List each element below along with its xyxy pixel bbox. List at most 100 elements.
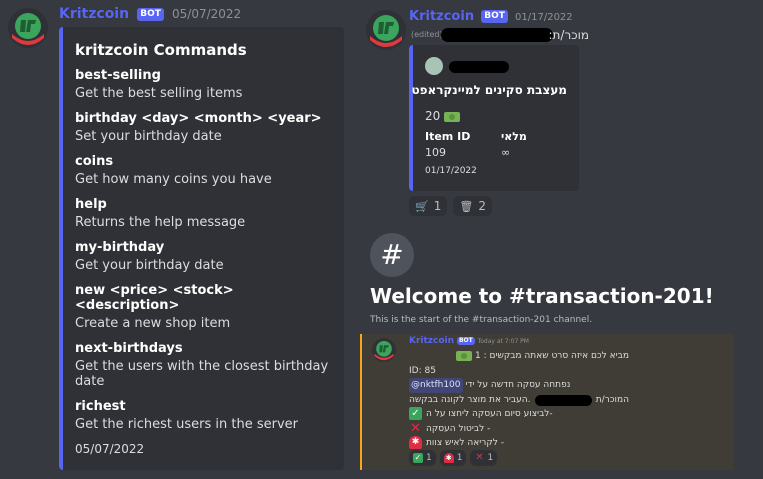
opened-by-text: נפתחה עסקה חדשה על ידי — [465, 380, 571, 390]
command-item: richest Get the richest users in the serv… — [75, 399, 332, 432]
money-icon — [444, 111, 461, 122]
message-timestamp: 01/17/2022 — [515, 12, 573, 23]
command-list: best-selling Get the best selling items bi… — [75, 68, 332, 432]
siren-icon: ✱ — [443, 453, 454, 463]
command-item: next-birthdays Get the users with the clo… — [75, 341, 332, 389]
message-header: Kritzcoin BOT 05/07/2022 — [59, 6, 241, 22]
seller-label: המוכר/ת — [595, 394, 629, 405]
command-item: new <price> <stock> <description> Create … — [75, 283, 332, 331]
reaction-count: 1 — [487, 453, 494, 463]
command-description: Returns the help message — [75, 215, 246, 230]
complete-text: לביצוע סיום העסקה ליחצו על ה- — [426, 409, 553, 419]
x-mark-icon: ✕ — [475, 452, 484, 463]
bot-avatar[interactable] — [366, 10, 406, 50]
field-value: ∞ — [501, 146, 511, 159]
bot-tag: BOT — [137, 8, 164, 21]
price-value: 20 — [425, 109, 441, 123]
command-item: birthday <day> <month> <year> Set your bi… — [75, 111, 332, 144]
reaction-wastebasket[interactable]: 🗑 2 — [453, 196, 492, 216]
message-timestamp: Today at 7:07 PM — [477, 338, 529, 345]
bot-tag: BOT — [481, 10, 508, 23]
seller-prefix: מוכר/ת: — [548, 28, 589, 42]
reaction-check[interactable]: ✓ 1 — [409, 450, 436, 466]
bot-avatar[interactable] — [372, 338, 396, 362]
opened-by-line: נפתחה עסקה חדשה על ידי @nktfh100 — [409, 378, 629, 393]
redacted-seller-name — [449, 61, 509, 73]
staff-instruction: ✱ לקריאה לאיש צוות - — [409, 436, 629, 451]
transfer-text: העביר את מוצר לקונה בבקשה. — [409, 394, 531, 405]
command-name: best-selling — [75, 68, 161, 83]
author-name[interactable]: Kritzcoin — [59, 6, 129, 22]
request-line: מביא לכם איזה סרט שאתה מבקשים : 1 — [409, 349, 629, 364]
check-mark-icon: ✓ — [413, 453, 423, 463]
author-name[interactable]: Kritzcoin — [409, 336, 454, 346]
channel-welcome-title: Welcome to #transaction-201! — [370, 284, 714, 308]
author-name[interactable]: Kritzcoin — [409, 9, 474, 24]
command-description: Get the users with the closest birthday … — [75, 359, 329, 389]
command-name: next-birthdays — [75, 341, 183, 356]
seller-avatar — [425, 57, 443, 75]
transaction-id: ID: 85 — [409, 365, 436, 376]
embed-title: kritzcoin Commands — [75, 41, 247, 59]
command-description: Create a new shop item — [75, 316, 231, 331]
highlighted-message: Kritzcoin BOT Today at 7:07 PM מביא לכם … — [360, 334, 734, 470]
embed-footer: 05/07/2022 — [75, 442, 145, 456]
reaction-cart[interactable]: 🛒 1 — [409, 196, 448, 216]
field-name: מלאי — [501, 130, 527, 143]
message-body: מביא לכם איזה סרט שאתה מבקשים : 1 ID: 85… — [409, 349, 629, 451]
money-icon — [456, 350, 473, 361]
message-timestamp: 05/07/2022 — [172, 7, 242, 21]
message-content: (edited) מוכר/ת: — [409, 28, 589, 42]
help-embed: kritzcoin Commands best-selling Get the b… — [59, 27, 344, 470]
channel-hash-icon: # — [370, 233, 414, 277]
x-mark-icon: ✕ — [410, 420, 421, 436]
kritzcoin-logo-icon — [366, 10, 406, 50]
redacted-seller-mention — [441, 28, 553, 42]
complete-instruction: ✓ לביצוע סיום העסקה ליחצו על ה- — [409, 407, 629, 422]
reaction-bar: 🛒 1 🗑 2 — [409, 196, 492, 216]
bot-avatar[interactable] — [8, 8, 48, 48]
command-item: help Returns the help message — [75, 197, 332, 230]
kritzcoin-logo-icon — [372, 338, 396, 362]
seller-transfer-line: העביר את מוצר לקונה בבקשה. המוכר/ת — [409, 393, 629, 408]
edited-label: (edited) — [411, 30, 443, 39]
command-item: my-birthday Get your birthday date — [75, 240, 332, 273]
message-header: Kritzcoin BOT Today at 7:07 PM — [409, 336, 529, 346]
request-text: מביא לכם איזה סרט שאתה מבקשים : 1 — [474, 351, 629, 361]
cancel-text: לביטול העסקה - — [426, 423, 491, 434]
command-name: my-birthday — [75, 240, 165, 255]
field-value: 109 — [425, 146, 446, 159]
check-mark-icon: ✓ — [409, 407, 422, 420]
cancel-instruction: ✕ לביטול העסקה - — [409, 422, 629, 437]
reaction-bar: ✓ 1 ✱ 1 ✕ 1 — [409, 450, 498, 466]
shop-item-embed: מעצבת סקינים למיינקראפט 20 Item ID 109 מ… — [409, 45, 579, 191]
bot-tag: BOT — [456, 336, 475, 345]
cart-icon: 🛒 — [415, 199, 429, 213]
command-description: Get how many coins you have — [75, 172, 272, 187]
command-description: Get the richest users in the server — [75, 417, 298, 432]
command-name: birthday <day> <month> <year> — [75, 111, 322, 126]
item-price: 20 — [425, 109, 461, 123]
item-title: מעצבת סקינים למיינקראפט — [411, 83, 567, 97]
redacted-seller-mention — [534, 394, 592, 406]
command-name: new <price> <stock> <description> — [75, 283, 234, 313]
command-description: Get your birthday date — [75, 258, 224, 273]
command-name: coins — [75, 154, 114, 169]
command-item: coins Get how many coins you have — [75, 154, 332, 187]
reaction-x[interactable]: ✕ 1 — [470, 450, 498, 466]
staff-text: לקריאה לאיש צוות - — [426, 438, 504, 448]
reaction-siren[interactable]: ✱ 1 — [439, 450, 467, 466]
reaction-count: 1 — [426, 453, 432, 463]
channel-welcome-subtitle: This is the start of the #transaction-20… — [370, 315, 593, 325]
command-description: Set your birthday date — [75, 129, 222, 144]
wastebasket-icon: 🗑 — [459, 199, 474, 213]
reaction-count: 2 — [478, 199, 486, 213]
message-header: Kritzcoin BOT 01/17/2022 — [409, 9, 573, 24]
user-mention[interactable]: @nktfh100 — [409, 378, 463, 393]
command-name: richest — [75, 399, 126, 414]
command-name: help — [75, 197, 107, 212]
reaction-count: 1 — [456, 453, 463, 463]
reaction-count: 1 — [433, 199, 442, 213]
command-item: best-selling Get the best selling items — [75, 68, 332, 101]
command-description: Get the best selling items — [75, 86, 243, 101]
